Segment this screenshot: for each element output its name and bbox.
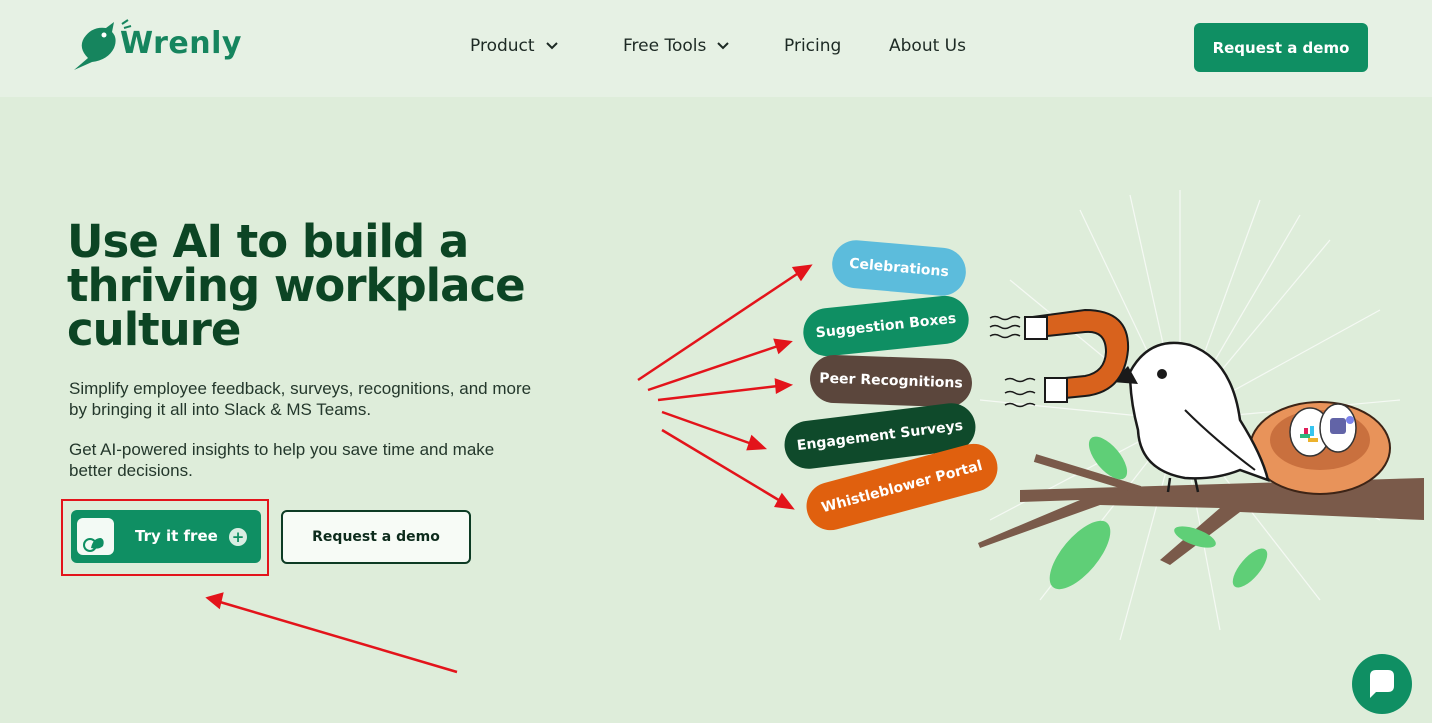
magnet-icon [989, 308, 1130, 408]
chat-launcher-button[interactable] [1352, 654, 1412, 714]
annotation-arrows [205, 264, 813, 674]
pill-peer-recognitions: Peer Recognitions [809, 354, 973, 408]
chat-icon [1370, 670, 1394, 698]
nest [1249, 401, 1391, 495]
bird-illustration [1112, 341, 1270, 493]
hero-illustration [205, 190, 1424, 674]
